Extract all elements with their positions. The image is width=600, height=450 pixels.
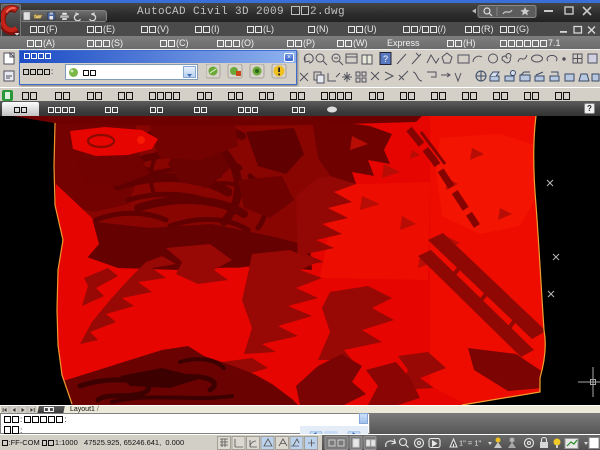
- svg-text:1" = 1": 1" = 1": [459, 439, 482, 448]
- svg-text:?: ?: [383, 54, 388, 64]
